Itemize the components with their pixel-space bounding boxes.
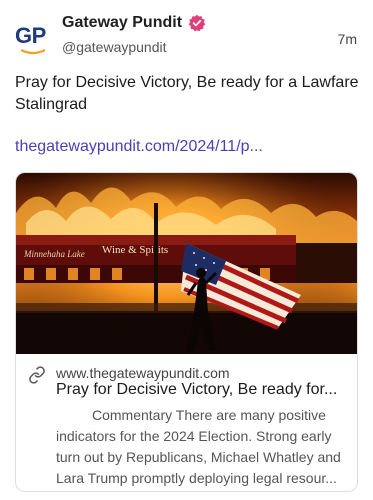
link-preview-image[interactable]: Minnehaha Lake Wine & Spirits [16,173,357,354]
link-preview-description: Commentary There are many positive indic… [56,407,341,486]
avatar[interactable]: GP [15,21,51,57]
link-preview-domain: www.thegatewaypundit.com [56,365,230,381]
post-link[interactable]: thegatewaypundit.com/2024/11/p... [15,138,263,156]
link-icon [29,366,45,384]
author-name-row[interactable]: Gateway Pundit [62,14,206,32]
svg-text:Wine & Spirits: Wine & Spirits [102,244,168,256]
post-timestamp[interactable]: 7m [338,31,357,47]
avatar-swoosh [21,49,45,55]
svg-text:Minnehaha Lake: Minnehaha Lake [23,249,85,259]
post-text: Pray for Decisive Victory, Be ready for … [15,74,359,113]
author-handle[interactable]: @gatewaypundit [62,39,167,55]
verified-badge-icon [188,14,206,32]
link-preview-title[interactable]: Pray for Decisive Victory, Be ready for.… [56,381,351,399]
avatar-logo-text: GP [15,23,46,48]
post[interactable]: GP Gateway Pundit @gatewaypundit 7m Pray… [0,0,373,500]
link-preview-card[interactable]: Minnehaha Lake Wine & Spirits www.thegat… [15,172,358,492]
author-display-name[interactable]: Gateway Pundit [62,14,182,32]
